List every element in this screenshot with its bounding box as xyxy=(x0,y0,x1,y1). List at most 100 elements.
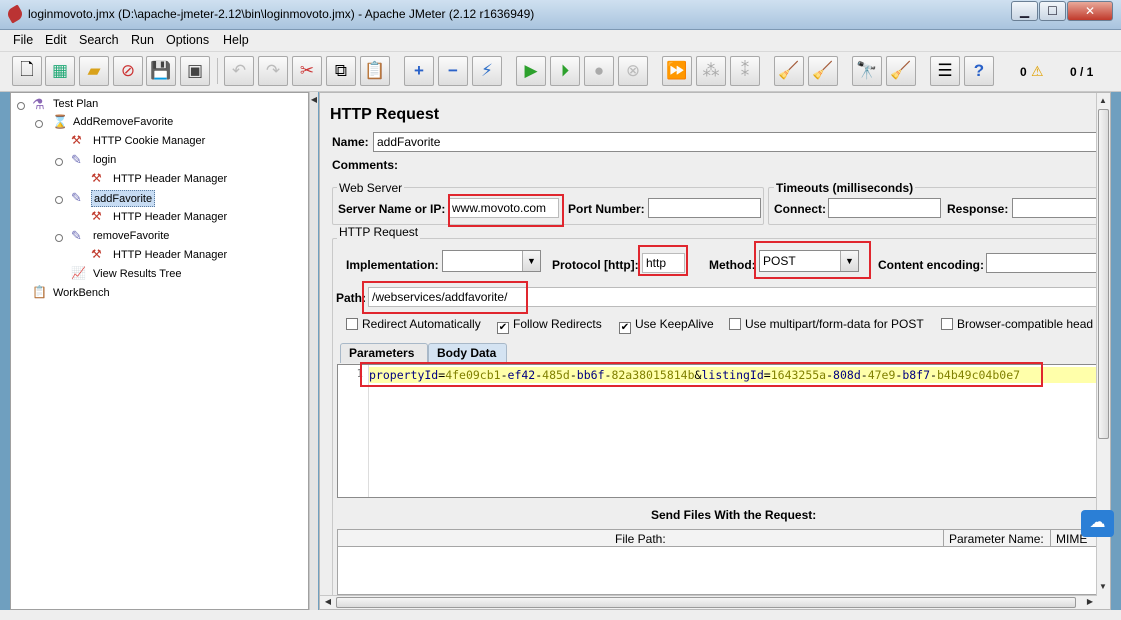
menu-run[interactable]: Run xyxy=(131,33,154,47)
sampler-pipette-icon: ✎ xyxy=(71,190,82,205)
web-server-title: Web Server xyxy=(337,181,405,195)
save-as-icon[interactable]: ▣ xyxy=(180,56,210,86)
tree-node-view-results-tree[interactable]: View Results Tree xyxy=(93,266,181,283)
cloud-widget-icon[interactable]: ☁ xyxy=(1081,510,1114,537)
col-file-path[interactable]: File Path: xyxy=(615,532,666,546)
function-helper-icon[interactable]: ☰ xyxy=(930,56,960,86)
tree-node-http-header-manager[interactable]: HTTP Header Manager xyxy=(113,171,227,188)
menu-search[interactable]: Search xyxy=(79,33,119,47)
tree-toggle-icon[interactable] xyxy=(55,158,63,166)
chevron-down-icon[interactable]: ▼ xyxy=(522,251,540,271)
window-title-bar[interactable]: loginmovoto.jmx (D:\apache-jmeter-2.12\b… xyxy=(0,0,1121,30)
tree-toggle-icon[interactable] xyxy=(55,196,63,204)
port-field[interactable] xyxy=(648,198,761,218)
tab-body-data[interactable]: Body Data xyxy=(428,343,507,363)
checkmark-icon[interactable]: ✔ xyxy=(619,322,631,334)
horizontal-scrollbar[interactable]: ◀ ▶ xyxy=(320,595,1097,609)
start-icon[interactable]: ▶ xyxy=(516,56,546,86)
close-file-icon[interactable]: ⊘ xyxy=(113,56,143,86)
name-field[interactable]: addFavorite xyxy=(373,132,1103,152)
remote-start-icon[interactable]: ⏩ xyxy=(662,56,692,86)
checkbox-label: Follow Redirects xyxy=(513,317,602,331)
expand-all-icon[interactable]: + xyxy=(404,56,434,86)
tree-toggle-icon[interactable] xyxy=(55,234,63,242)
redirect-automatically-checkbox[interactable]: Redirect Automatically xyxy=(346,317,481,331)
highlight-path xyxy=(362,281,528,314)
thread-count: 0 / 1 xyxy=(1070,65,1094,79)
checkbox-box[interactable] xyxy=(941,318,953,330)
templates-icon[interactable]: ▦ xyxy=(45,56,75,86)
reset-search-icon[interactable]: 🧹 xyxy=(886,56,916,86)
save-icon[interactable]: 💾 xyxy=(146,56,176,86)
tree-node-removefavorite[interactable]: removeFavorite xyxy=(93,228,169,245)
tree-node-http-header-manager[interactable]: HTTP Header Manager xyxy=(113,247,227,264)
minimize-button[interactable]: ▁ xyxy=(1011,1,1038,21)
test-plan-flask-icon: ⚗ xyxy=(32,96,45,112)
remote-shutdown-icon[interactable]: ⁑ xyxy=(730,56,760,86)
method-label: Method: xyxy=(709,258,756,272)
tree-toggle-icon[interactable] xyxy=(17,102,25,110)
tree-node-addremovefavorite[interactable]: AddRemoveFavorite xyxy=(73,114,173,131)
follow-redirects-checkbox[interactable]: ✔ Follow Redirects xyxy=(497,317,602,334)
redo-icon[interactable]: ↷ xyxy=(258,56,288,86)
use-keepalive-checkbox[interactable]: ✔ Use KeepAlive xyxy=(619,317,714,334)
undo-icon[interactable]: ↶ xyxy=(224,56,254,86)
clear-all-icon[interactable]: 🧹 xyxy=(808,56,838,86)
search-binoculars-icon[interactable]: 🔭 xyxy=(852,56,882,86)
menu-bar: File Edit Search Run Options Help xyxy=(0,30,1121,52)
new-icon[interactable]: 🗋 xyxy=(12,56,42,86)
vertical-scroll-thumb[interactable] xyxy=(1098,109,1109,439)
maximize-button[interactable]: ☐ xyxy=(1039,1,1066,21)
tree-node-addfavorite-selected[interactable]: addFavorite xyxy=(91,190,156,207)
tree-node-http-cookie-manager[interactable]: HTTP Cookie Manager xyxy=(93,133,205,150)
scroll-left-arrow-icon[interactable]: ◀ xyxy=(322,596,334,608)
tree-node-workbench[interactable]: WorkBench xyxy=(53,285,110,302)
open-icon[interactable]: ▰ xyxy=(79,56,109,86)
connect-field[interactable] xyxy=(828,198,941,218)
checkmark-icon[interactable]: ✔ xyxy=(497,322,509,334)
checkbox-box[interactable] xyxy=(729,318,741,330)
server-label: Server Name or IP: xyxy=(338,202,446,216)
col-parameter-name[interactable]: Parameter Name: xyxy=(949,532,1044,546)
menu-options[interactable]: Options xyxy=(166,33,209,47)
clear-icon[interactable]: 🧹 xyxy=(774,56,804,86)
start-no-pauses-icon[interactable]: ⏵ xyxy=(550,56,580,86)
warning-icon[interactable]: ⚠ xyxy=(1031,63,1044,80)
menu-help[interactable]: Help xyxy=(223,33,249,47)
config-element-icon: ⚒ xyxy=(71,133,82,147)
tree-node-login[interactable]: login xyxy=(93,152,116,169)
remote-stop-icon[interactable]: ⁂ xyxy=(696,56,726,86)
paste-icon[interactable]: 📋 xyxy=(360,56,390,86)
tree-node-http-header-manager[interactable]: HTTP Header Manager xyxy=(113,209,227,226)
send-files-title: Send Files With the Request: xyxy=(651,508,817,522)
stop-icon[interactable]: ● xyxy=(584,56,614,86)
tree-toggle-icon[interactable] xyxy=(35,120,43,128)
response-field[interactable] xyxy=(1012,198,1102,218)
horizontal-scroll-thumb[interactable] xyxy=(336,597,1076,608)
tree-node-test-plan[interactable]: Test Plan xyxy=(53,96,98,113)
checkbox-box[interactable] xyxy=(346,318,358,330)
toggle-icon[interactable]: ⚡ xyxy=(472,56,502,86)
browser-compatible-checkbox[interactable]: Browser-compatible head xyxy=(941,317,1093,331)
scroll-up-arrow-icon[interactable]: ▲ xyxy=(1097,95,1109,107)
shutdown-icon[interactable]: ⊗ xyxy=(618,56,648,86)
menu-edit[interactable]: Edit xyxy=(45,33,67,47)
help-icon[interactable]: ? xyxy=(964,56,994,86)
menu-file[interactable]: File xyxy=(13,33,33,47)
scroll-right-arrow-icon[interactable]: ▶ xyxy=(1084,596,1096,608)
use-multipart-checkbox[interactable]: Use multipart/form-data for POST xyxy=(729,317,924,331)
cut-icon[interactable]: ✂ xyxy=(292,56,322,86)
close-button[interactable]: ✕ xyxy=(1067,1,1113,21)
implementation-select[interactable]: ▼ xyxy=(442,250,541,272)
split-pane-divider[interactable]: ◀ xyxy=(309,92,318,610)
copy-icon[interactable]: ⧉ xyxy=(326,56,356,86)
implementation-label: Implementation: xyxy=(346,258,439,272)
test-plan-tree[interactable]: ⚗ Test Plan ⌛ AddRemoveFavorite ⚒ HTTP C… xyxy=(10,92,309,610)
scroll-down-arrow-icon[interactable]: ▼ xyxy=(1097,581,1109,593)
collapse-all-icon[interactable]: − xyxy=(438,56,468,86)
config-element-icon: ⚒ xyxy=(91,171,102,185)
http-request-title: HTTP Request xyxy=(337,225,421,239)
files-table-body[interactable] xyxy=(337,547,1097,595)
content-encoding-field[interactable] xyxy=(986,253,1102,273)
tab-parameters[interactable]: Parameters xyxy=(340,343,428,363)
